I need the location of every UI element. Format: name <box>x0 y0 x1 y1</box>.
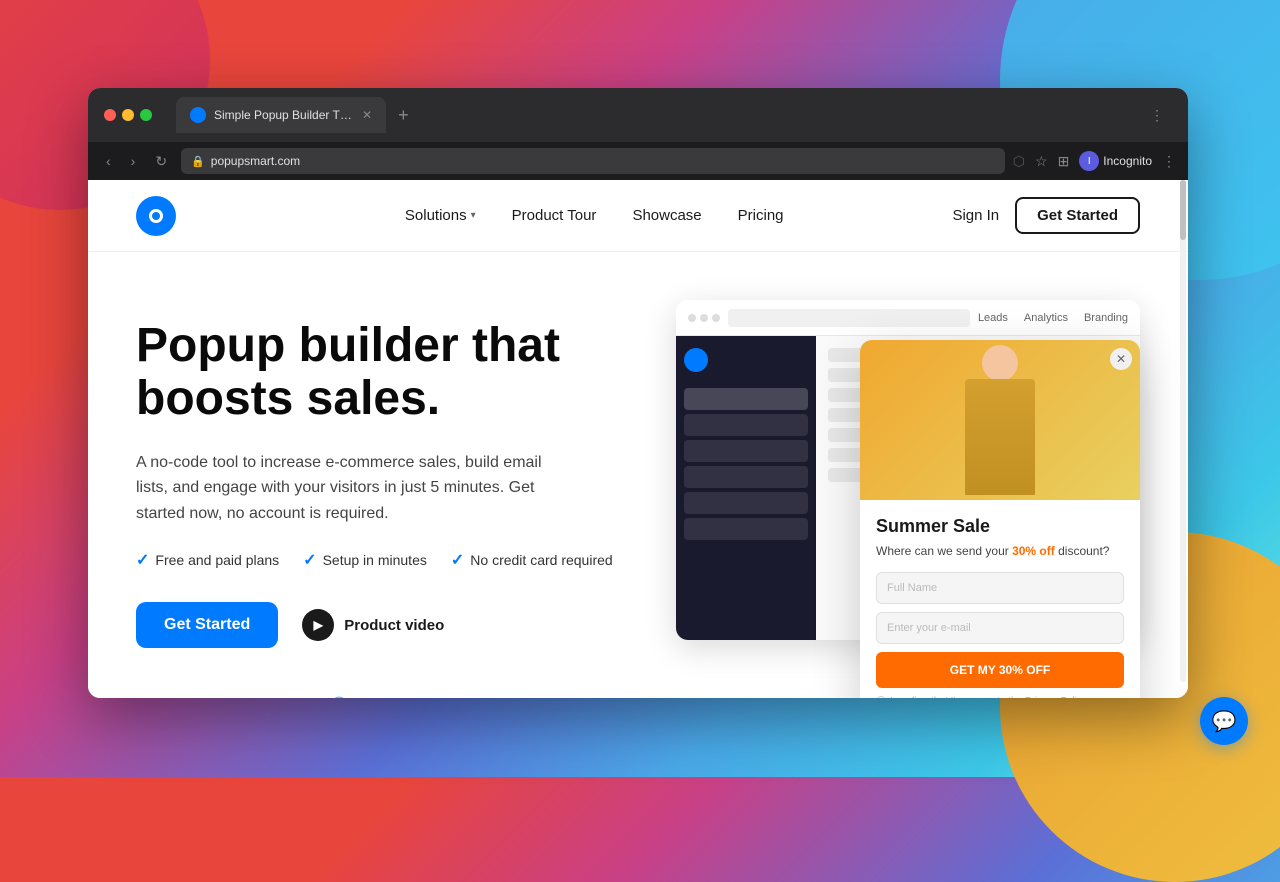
active-tab[interactable]: Simple Popup Builder That Bo... ✕ <box>176 97 386 133</box>
traffic-lights <box>104 109 152 121</box>
cast-icon: ⬡ <box>1013 153 1025 170</box>
popup-consent: I confirm that I've agree to the Privacy… <box>876 696 1124 698</box>
dash-logo <box>684 348 708 372</box>
feature-label-3: No credit card required <box>470 552 612 568</box>
hero-features: ✓ Free and paid plans ✓ Setup in minutes… <box>136 550 636 570</box>
browser-window: Simple Popup Builder That Bo... ✕ + ⋮ ‹ … <box>88 88 1188 698</box>
brand-logos: GREENPEACE unicef 🌐 Rakuten wienerberger <box>136 696 636 698</box>
hero-description: A no-code tool to increase e-commerce sa… <box>136 450 576 527</box>
popup-subtitle: Where can we send your 30% off discount? <box>876 543 1124 560</box>
dash-menu-item-1 <box>684 388 808 410</box>
greenpeace-logo: GREENPEACE <box>136 697 240 698</box>
nav-links: Solutions ▾ Product Tour Showcase Pricin… <box>284 207 904 224</box>
dash-menu-item-2 <box>684 414 808 436</box>
tab-favicon <box>190 107 206 123</box>
feature-no-credit-card: ✓ No credit card required <box>451 550 613 570</box>
reload-button[interactable]: ↻ <box>149 149 173 174</box>
close-button[interactable] <box>104 109 116 121</box>
feature-free-paid: ✓ Free and paid plans <box>136 550 279 570</box>
minimize-button[interactable] <box>122 109 134 121</box>
rakuten-logo: Rakuten <box>380 697 451 698</box>
showcase-link[interactable]: Showcase <box>632 207 701 224</box>
dashboard-sidebar <box>676 336 816 640</box>
new-tab-button[interactable]: + <box>390 105 417 126</box>
webpage: Solutions ▾ Product Tour Showcase Pricin… <box>88 180 1188 698</box>
tab-title: Simple Popup Builder That Bo... <box>214 108 354 122</box>
chat-bubble-button[interactable]: 💬 <box>1200 697 1248 745</box>
popup-image <box>860 340 1140 500</box>
lock-icon: 🔒 <box>191 155 205 168</box>
maximize-button[interactable] <box>140 109 152 121</box>
dash-nav-items: Leads Analytics Branding <box>978 312 1128 324</box>
menu-icon[interactable]: ⋮ <box>1162 153 1176 170</box>
product-tour-link[interactable]: Product Tour <box>512 207 597 224</box>
dash-branding-label: Branding <box>1084 312 1128 324</box>
dash-menu-item-4 <box>684 466 808 488</box>
hero-actions: Get Started ▶ Product video <box>136 602 636 648</box>
hero-image: Leads Analytics Branding <box>676 300 1140 680</box>
dash-dots <box>688 314 720 322</box>
solutions-chevron-icon: ▾ <box>471 210 476 221</box>
dash-menu-item-3 <box>684 440 808 462</box>
feature-label-1: Free and paid plans <box>155 552 279 568</box>
dash-analytics-label: Analytics <box>1024 312 1068 324</box>
check-icon-1: ✓ <box>136 550 149 570</box>
logo-icon <box>136 196 176 236</box>
popup-title: Summer Sale <box>876 516 1124 537</box>
popup-preview: ✕ Summer Sale Where can we send your 30%… <box>860 340 1140 698</box>
browser-scrollbar[interactable] <box>1180 180 1186 682</box>
hero-title: Popup builder that boosts sales. <box>136 320 636 426</box>
forward-button[interactable]: › <box>125 149 142 173</box>
chat-icon: 💬 <box>1212 709 1237 734</box>
popup-close-icon[interactable]: ✕ <box>1110 348 1132 370</box>
extension-icon: ⊞ <box>1058 153 1070 170</box>
dash-menu-item-5 <box>684 492 808 514</box>
incognito-label: Incognito <box>1103 154 1152 168</box>
logo[interactable] <box>136 196 176 236</box>
check-icon-2: ✓ <box>303 550 316 570</box>
wienerberger-logo: wienerberger <box>483 697 603 698</box>
scrollbar-thumb[interactable] <box>1180 180 1186 240</box>
incognito-badge: I Incognito <box>1079 151 1152 171</box>
solutions-link[interactable]: Solutions ▾ <box>405 207 476 224</box>
popup-cta-button[interactable]: GET MY 30% OFF <box>876 652 1124 688</box>
tab-close-icon[interactable]: ✕ <box>362 108 372 122</box>
browser-tabs: Simple Popup Builder That Bo... ✕ + <box>176 97 1138 133</box>
dash-leads-label: Leads <box>978 312 1008 324</box>
product-video-button[interactable]: ▶ Product video <box>302 609 444 641</box>
popup-email-input[interactable]: Enter your e-mail <box>876 612 1124 644</box>
hero-content: Popup builder that boosts sales. A no-co… <box>136 300 636 698</box>
main-nav: Solutions ▾ Product Tour Showcase Pricin… <box>88 180 1188 252</box>
back-button[interactable]: ‹ <box>100 149 117 173</box>
play-icon: ▶ <box>302 609 334 641</box>
browser-menu-icon[interactable]: ⋮ <box>1150 107 1172 124</box>
dash-menu-item-6 <box>684 518 808 540</box>
browser-toolbar: ‹ › ↻ 🔒 popupsmart.com ⬡ ☆ ⊞ I Incognito… <box>88 142 1188 180</box>
get-started-nav-button[interactable]: Get Started <box>1015 197 1140 234</box>
dashboard-topbar: Leads Analytics Branding <box>676 300 1140 336</box>
popup-fullname-input[interactable]: Full Name <box>876 572 1124 604</box>
feature-setup: ✓ Setup in minutes <box>303 550 427 570</box>
nav-actions: Sign In Get Started <box>952 197 1140 234</box>
bookmark-icon[interactable]: ☆ <box>1035 153 1048 170</box>
dash-url-bar <box>728 309 970 327</box>
video-label: Product video <box>344 617 444 634</box>
hero-section: Popup builder that boosts sales. A no-co… <box>88 252 1188 698</box>
check-icon-3: ✓ <box>451 550 464 570</box>
incognito-avatar: I <box>1079 151 1099 171</box>
browser-chrome: Simple Popup Builder That Bo... ✕ + ⋮ <box>88 88 1188 142</box>
popup-content: Summer Sale Where can we send your 30% o… <box>860 500 1140 698</box>
address-bar[interactable]: 🔒 popupsmart.com <box>181 148 1005 174</box>
url-text: popupsmart.com <box>211 154 300 168</box>
logo-inner-circle <box>149 209 163 223</box>
unicef-logo: unicef 🌐 <box>272 696 348 698</box>
pricing-link[interactable]: Pricing <box>738 207 784 224</box>
toolbar-right: ⬡ ☆ ⊞ I Incognito ⋮ <box>1013 151 1176 171</box>
consent-checkbox[interactable] <box>876 696 886 698</box>
feature-label-2: Setup in minutes <box>323 552 427 568</box>
get-started-hero-button[interactable]: Get Started <box>136 602 278 648</box>
signin-button[interactable]: Sign In <box>952 207 999 224</box>
